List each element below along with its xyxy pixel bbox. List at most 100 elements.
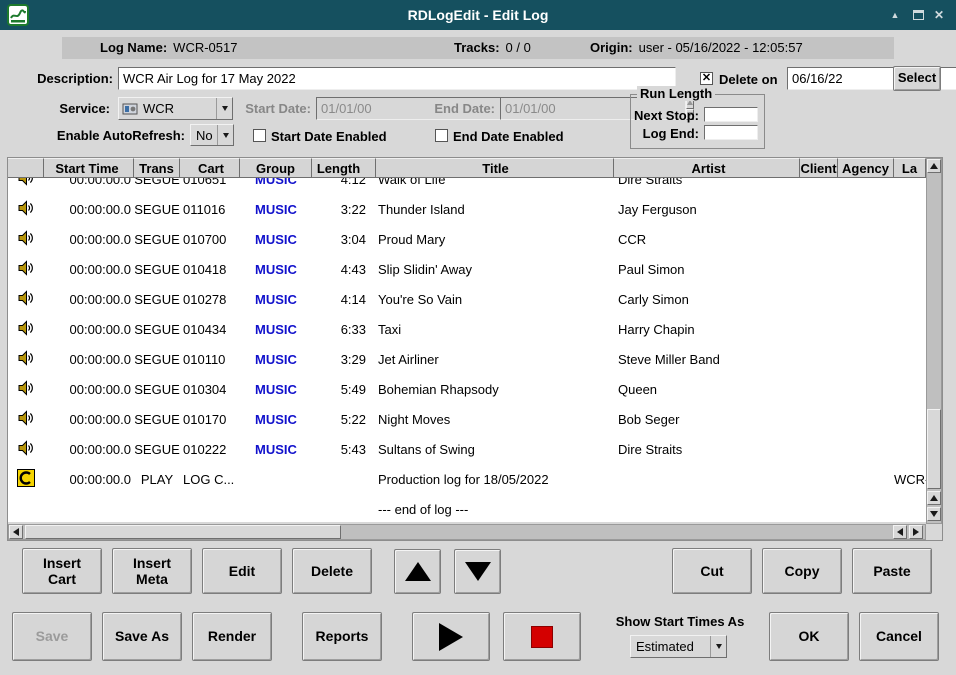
speaker-icon (18, 178, 34, 189)
ok-button[interactable]: OK (769, 612, 849, 661)
window-title: RDLogEdit - Edit Log (0, 0, 956, 30)
reports-button[interactable]: Reports (302, 612, 382, 661)
copy-button[interactable]: Copy (762, 548, 842, 594)
column-header-icon[interactable] (8, 158, 44, 178)
delete-on-label: Delete on (719, 72, 778, 87)
save-button[interactable]: Save (12, 612, 92, 661)
speaker-icon (18, 230, 34, 249)
table-row[interactable]: 00:00:00.0SEGUE010434MUSIC6:33TaxiHarry … (8, 314, 926, 344)
description-input[interactable] (118, 67, 676, 90)
table-row[interactable]: 00:00:00.0SEGUE010170MUSIC5:22Night Move… (8, 404, 926, 434)
speaker-icon (18, 410, 34, 429)
save-as-button[interactable]: Save As (102, 612, 182, 661)
table-row-chain[interactable]: 00:00:00.0PLAYLOG C...Production log for… (8, 464, 926, 494)
scroll-right-button[interactable] (909, 525, 923, 539)
table-row[interactable]: 00:00:00.0SEGUE010222MUSIC5:43Sultans of… (8, 434, 926, 464)
next-stop-input[interactable] (704, 107, 758, 122)
table-header: Start Time Trans Cart Group Length Title… (8, 158, 926, 178)
next-stop-label: Next Stop: (633, 108, 699, 123)
autorefresh-value: No (191, 128, 217, 143)
horizontal-scrollbar[interactable] (8, 524, 926, 540)
insert-meta-button[interactable]: Insert Meta (112, 548, 192, 594)
table-row[interactable]: 00:00:00.0SEGUE011016MUSIC3:22Thunder Is… (8, 194, 926, 224)
scroll-left-button[interactable] (9, 525, 23, 539)
stop-icon (531, 626, 553, 648)
log-end-input[interactable] (704, 125, 758, 140)
delete-button[interactable]: Delete (292, 548, 372, 594)
log-info-bar: Log Name:WCR-0517 Tracks:0 / 0 Origin:us… (62, 37, 894, 59)
show-start-times-label: Show Start Times As (608, 614, 752, 629)
run-length-title: Run Length (637, 86, 715, 101)
start-date-spinbox (316, 97, 415, 120)
end-date-enabled-checkbox[interactable] (435, 129, 448, 142)
table-row[interactable]: 00:00:00.0SEGUE010418MUSIC4:43Slip Slidi… (8, 254, 926, 284)
column-header-cart[interactable]: Cart (180, 158, 240, 178)
scroll-left-button[interactable] (893, 525, 907, 539)
end-date-enabled-label: End Date Enabled (453, 129, 564, 144)
table-row[interactable]: 00:00:00.0SEGUE010651MUSIC4:12Walk of Li… (8, 178, 926, 194)
maximize-icon[interactable] (909, 6, 927, 24)
speaker-icon (18, 440, 34, 459)
scroll-up-button[interactable] (927, 159, 941, 173)
delete-on-checkbox[interactable]: ✕ (700, 72, 713, 85)
show-start-times-combobox[interactable]: Estimated (630, 635, 727, 658)
select-button[interactable]: Select (893, 66, 941, 91)
service-combobox[interactable]: WCR (118, 97, 233, 120)
description-label: Description: (0, 71, 113, 86)
rdlogedit-window: RDLogEdit - Edit Log ▲ ✕ Log Name:WCR-05… (0, 0, 956, 675)
table-row[interactable]: 00:00:00.0SEGUE010110MUSIC3:29Jet Airlin… (8, 344, 926, 374)
service-icon (122, 102, 138, 116)
autorefresh-combobox[interactable]: No (190, 124, 234, 146)
start-date-enabled-label: Start Date Enabled (271, 129, 387, 144)
vertical-scrollbar[interactable] (926, 158, 942, 524)
cut-button[interactable]: Cut (672, 548, 752, 594)
move-up-button[interactable] (394, 549, 441, 594)
column-header-title[interactable]: Title (376, 158, 614, 178)
column-header-label[interactable]: La (894, 158, 926, 178)
speaker-icon (18, 380, 34, 399)
move-down-button[interactable] (454, 549, 501, 594)
chevron-down-icon (216, 98, 232, 119)
start-date-enabled-checkbox[interactable] (253, 129, 266, 142)
column-header-client[interactable]: Client (800, 158, 838, 178)
play-button[interactable] (412, 612, 490, 661)
show-start-times-value: Estimated (631, 639, 710, 654)
table-row[interactable]: 00:00:00.0SEGUE010304MUSIC5:49Bohemian R… (8, 374, 926, 404)
arrow-down-icon (465, 562, 491, 581)
speaker-icon (18, 200, 34, 219)
autorefresh-label: Enable AutoRefresh: (0, 128, 185, 143)
log-table: Start Time Trans Cart Group Length Title… (8, 158, 942, 540)
column-header-trans[interactable]: Trans (134, 158, 180, 178)
speaker-icon (18, 290, 34, 309)
origin-value: user - 05/16/2022 - 12:05:57 (639, 40, 803, 55)
run-length-groupbox: Run Length Next Stop: Log End: (630, 94, 765, 149)
scroll-up-button[interactable] (927, 491, 941, 505)
table-row[interactable]: 00:00:00.0SEGUE010700MUSIC3:04Proud Mary… (8, 224, 926, 254)
table-row[interactable]: 00:00:00.0SEGUE010278MUSIC4:14You're So … (8, 284, 926, 314)
paste-button[interactable]: Paste (852, 548, 932, 594)
start-date-label: Start Date: (240, 101, 311, 116)
chevron-down-icon (710, 636, 726, 657)
log-end-label: Log End: (633, 126, 699, 141)
insert-cart-button[interactable]: Insert Cart (22, 548, 102, 594)
column-header-artist[interactable]: Artist (614, 158, 800, 178)
column-header-group[interactable]: Group (240, 158, 312, 178)
horizontal-scrollbar-thumb[interactable] (25, 525, 341, 539)
tracks-label: Tracks: (454, 40, 500, 55)
chain-icon (17, 469, 35, 490)
render-button[interactable]: Render (192, 612, 272, 661)
cancel-button[interactable]: Cancel (859, 612, 939, 661)
edit-button[interactable]: Edit (202, 548, 282, 594)
scroll-down-button[interactable] (927, 507, 941, 521)
column-header-length[interactable]: Length (312, 158, 376, 178)
column-header-agency[interactable]: Agency (838, 158, 894, 178)
table-row-end-of-log[interactable]: --- end of log --- (8, 494, 926, 522)
close-icon[interactable]: ✕ (930, 6, 948, 24)
stop-button[interactable] (503, 612, 581, 661)
table-body: 00:00:00.0SEGUE010651MUSIC4:12Walk of Li… (8, 178, 926, 522)
vertical-scrollbar-thumb[interactable] (927, 409, 941, 489)
shade-icon[interactable]: ▲ (886, 6, 904, 24)
column-header-start-time[interactable]: Start Time (44, 158, 134, 178)
chevron-down-icon (217, 125, 233, 145)
play-icon (439, 623, 463, 651)
